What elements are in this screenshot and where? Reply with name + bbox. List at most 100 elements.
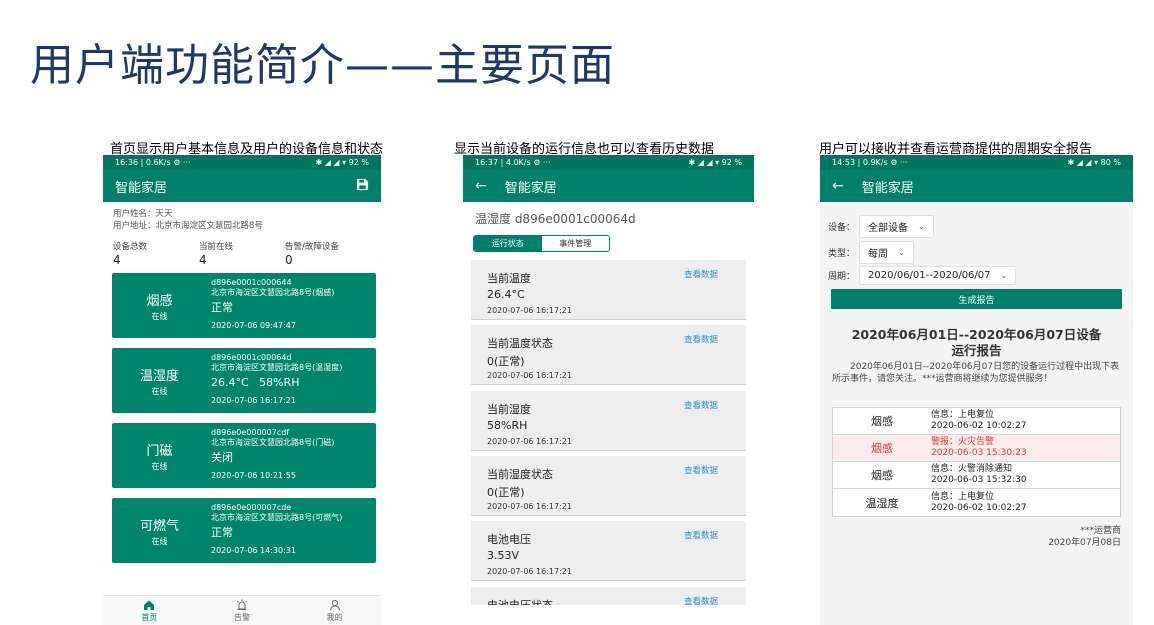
device-online: 在线 [151,461,168,471]
device-details: d896e0001c00064d 北京市海淀区文慧园北路8号(温湿度) 26.4… [211,353,342,406]
device-stats: 设备总数 4 当前在线 4 告警/故障设备 0 [103,232,381,267]
status-time: 14:53 | 0.9K/s ⚙ ··· [832,158,908,167]
alarm-icon [237,599,247,610]
tab-label: 我的 [326,612,343,622]
device-address: 北京市海淀区文慧园北路8号(门磁) [211,438,335,447]
card-label: 电池电压状态 [487,597,553,605]
device-name: 烟感 [146,293,173,309]
user-address: 用户地址：北京市海淀区文慧园北路8号 [113,221,263,231]
device-card-door[interactable]: 门磁 在线 d896e0e000007cdf 北京市海淀区文慧园北路8号(门磁)… [112,423,376,488]
event-time: 2020-06-02 10:02:27 [931,421,1027,431]
info-card-humidity: 当前湿度 查看数据 58%RH 2020-07-06 16:17:21 [471,391,746,451]
back-arrow-icon[interactable]: ← [475,178,487,194]
device-select[interactable]: 全部设备 ⌄ [859,215,934,238]
device-address: 北京市海淀区文慧园北路8号(温湿度) [211,363,343,372]
card-time: 2020-07-06 16:17:21 [487,306,572,315]
save-icon[interactable] [356,178,369,195]
device-name-block: 温湿度 在线 [112,348,207,413]
stat-label: 当前在线 [199,242,234,252]
card-label: 当前温度状态 [487,337,553,350]
device-card-gas[interactable]: 可燃气 在线 d896e0e000007cde 北京市海淀区文慧园北路8号(可燃… [112,498,376,563]
card-value: 0(正常) [487,355,525,368]
view-data-link[interactable]: 查看数据 [684,595,718,605]
type-select[interactable]: 每周 ⌄ [859,241,914,264]
view-data-link[interactable]: 查看数据 [684,333,718,345]
card-label: 电池电压 [487,533,531,546]
signature-company: ***运营商 [1080,526,1121,536]
event-info: 警报：火灾告警 2020-06-03 15:30:23 [931,437,1027,459]
card-time: 2020-07-06 16:17:21 [487,567,572,576]
device-details: d896e0e000007cdf 北京市海淀区文慧园北路8号(门磁) 关闭 20… [211,428,334,481]
info-card-humidity-status: 当前湿度状态 查看数据 0(正常) 2020-07-06 16:17:21 [471,456,746,516]
card-value: 26.4°C [487,288,525,301]
device-id: d896e0001c000644 [211,278,292,287]
view-data-link[interactable]: 查看数据 [684,399,718,411]
event-time: 2020-06-03 15:32:30 [931,475,1027,485]
stat-value: 4 [199,253,207,267]
view-data-link[interactable]: 查看数据 [684,464,718,476]
status-icons: ✱ ◢ ◢ ▾ 92 % [315,158,369,167]
report-title-line: 2020年06月01日--2020年06月07日设备 [851,327,1102,342]
stat-label: 告警/故障设备 [285,242,339,252]
app-bar: ← 智能家居 [463,170,754,202]
status-bar: 16:37 | 4.0K/s ⚙ ··· ✱ ◢ ◢ ▾ 92 % [463,155,754,170]
status-icons: ✱ ◢ ◢ ▾ 80 % [1067,158,1121,167]
tab-label: 首页 [141,612,158,622]
period-select[interactable]: 2020/06/01--2020/06/07 ⌄ [859,266,1017,285]
status-time: 16:36 | 0.6K/s ⚙ ··· [115,158,191,167]
device-name-block: 门磁 在线 [112,423,207,488]
event-device: 烟感 [871,415,893,428]
device-name: 门磁 [146,443,173,459]
event-message: 信息：火警消除通知 [931,464,1013,474]
type-label: 类型： [828,249,856,259]
event-table: 烟感 信息：上电复位 2020-06-02 10:02:27 烟感 警报：火灾告… [832,407,1121,517]
tab-mine[interactable]: 我的 [288,596,381,625]
back-arrow-icon[interactable]: ← [832,178,844,194]
select-value: 全部设备 [868,223,909,234]
card-value: 3.53V [487,549,520,562]
card-time: 2020-07-06 16:17:21 [487,371,572,380]
device-card-smoke[interactable]: 烟感 在线 d896e0001c000644 北京市海淀区文慧园北路8号(烟感)… [112,273,376,338]
person-icon [329,599,340,611]
tab-alarm[interactable]: 告警 [196,596,289,625]
report-signature: ***运营商 2020年07月08日 [1048,525,1121,549]
view-data-link[interactable]: 查看数据 [684,529,718,541]
info-card-battery-status: 电池电压状态 查看数据 [471,587,746,605]
select-value: 每周 [868,249,889,260]
device-online: 在线 [151,311,168,321]
generate-report-button[interactable]: 生成报告 [831,289,1122,309]
event-info: 信息：火警消除通知 2020-06-03 15:32:30 [931,464,1027,486]
tab-event-management[interactable]: 事件管理 [541,236,609,251]
card-value: 0(正常) [487,486,525,499]
device-address: 北京市海淀区文慧园北路8号(可燃气) [211,513,343,522]
event-device: 烟感 [871,442,893,455]
user-name: 用户姓名：天天 [113,209,173,219]
signature-date: 2020年07月08日 [1048,538,1121,548]
card-label: 当前温度 [487,272,531,285]
tab-home[interactable]: 首页 [103,596,196,625]
device-online: 在线 [151,536,168,546]
event-message: 警报：火灾告警 [931,437,995,447]
period-label: 周期： [828,272,856,282]
device-status: 26.4°C 58%RH [211,376,300,389]
view-data-link[interactable]: 查看数据 [684,268,718,280]
device-status: 关闭 [211,451,233,464]
event-device: 温湿度 [865,496,899,510]
table-row: 烟感 警报：火灾告警 2020-06-03 15:30:23 [833,435,1120,462]
event-message: 信息：上电复位 [931,410,995,420]
stat-value: 0 [285,253,293,267]
app-title: 智能家居 [861,180,914,196]
device-select-row: 设备： 全部设备 ⌄ [828,215,934,238]
device-status: 正常 [211,526,233,539]
chevron-down-icon: ⌄ [1000,271,1008,280]
type-select-row: 类型： 每周 ⌄ [828,241,914,264]
device-time: 2020-07-06 16:17:21 [211,396,296,405]
chevron-down-icon: ⌄ [918,222,925,231]
device-card-temp-humidity[interactable]: 温湿度 在线 d896e0001c00064d 北京市海淀区文慧园北路8号(温湿… [112,348,376,413]
phone-device-screen: 16:37 | 4.0K/s ⚙ ··· ✱ ◢ ◢ ▾ 92 % ← 智能家居… [463,155,754,605]
tab-run-status[interactable]: 运行状态 [474,236,542,251]
status-bar: 14:53 | 0.9K/s ⚙ ··· ✱ ◢ ◢ ▾ 80 % [820,155,1133,170]
user-info: 用户姓名：天天 用户地址：北京市海淀区文慧园北路8号 [103,202,381,232]
chevron-down-icon: ⌄ [898,248,905,257]
status-bar: 16:36 | 0.6K/s ⚙ ··· ✱ ◢ ◢ ▾ 92 % [103,155,381,170]
